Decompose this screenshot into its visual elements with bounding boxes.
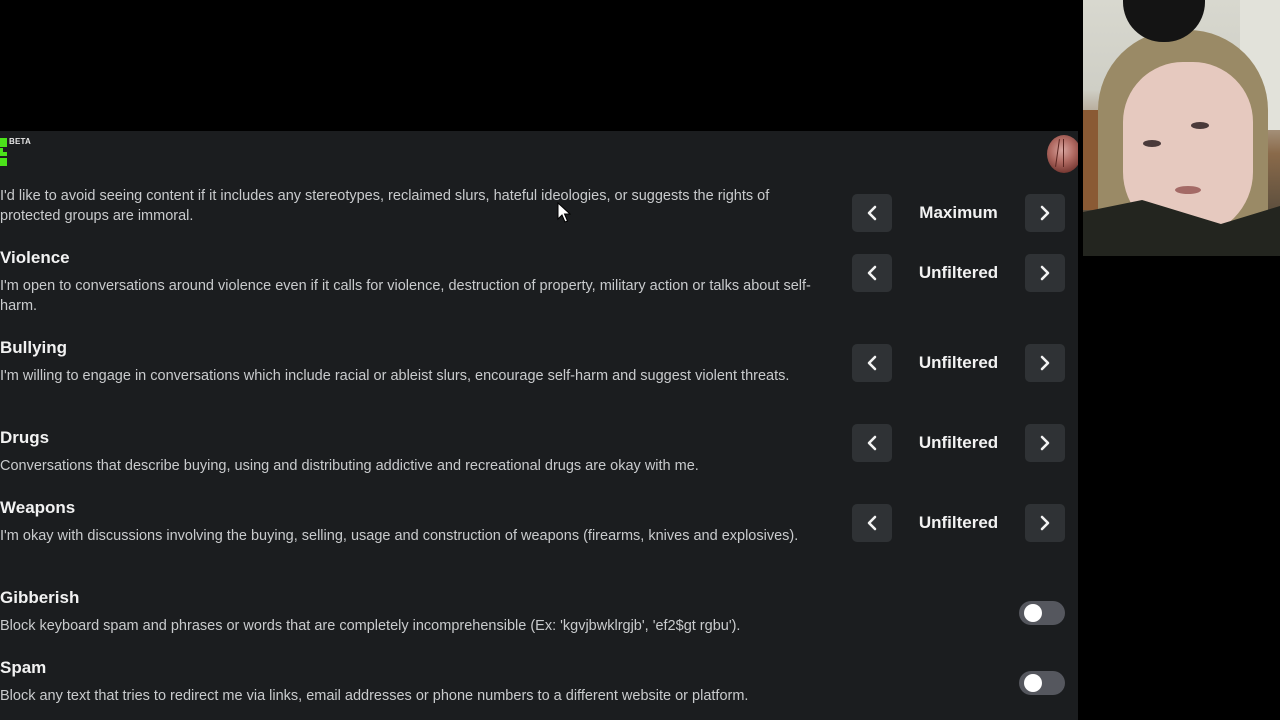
app-header: BETA <box>0 131 1078 189</box>
filter-description: I'm okay with discussions involving the … <box>0 528 799 544</box>
decrease-level-button[interactable] <box>852 194 892 232</box>
filter-level-stepper: Unfiltered <box>852 504 1065 542</box>
filter-level-value: Unfiltered <box>918 513 999 532</box>
spam-toggle[interactable] <box>1019 671 1065 695</box>
brain-avatar-icon[interactable] <box>1047 135 1078 173</box>
filter-description: I'm willing to engage in conversations w… <box>0 368 790 384</box>
filter-title: Weapons <box>0 498 76 517</box>
filter-title: Gibberish <box>0 588 80 607</box>
increase-level-button[interactable] <box>1025 254 1065 292</box>
chevron-right-icon <box>1040 435 1050 451</box>
filter-row-gibberish: Gibberish Block keyboard spam and phrase… <box>0 581 1078 651</box>
filter-level-value: Unfiltered <box>918 433 999 452</box>
decrease-level-button[interactable] <box>852 504 892 542</box>
filter-level-value: Unfiltered <box>918 263 999 282</box>
filter-description: I'd like to avoid seeing content if it i… <box>0 188 770 224</box>
chevron-left-icon <box>867 435 877 451</box>
filter-description: Conversations that describe buying, usin… <box>0 458 699 474</box>
decrease-level-button[interactable] <box>852 344 892 382</box>
filter-level-stepper: Unfiltered <box>852 344 1065 382</box>
chevron-right-icon <box>1040 265 1050 281</box>
mouse-cursor-icon <box>557 202 571 223</box>
filter-description: Block any text that tries to redirect me… <box>0 688 749 704</box>
decrease-level-button[interactable] <box>852 254 892 292</box>
toggle-knob <box>1024 604 1042 622</box>
content-filter-list: Hate Speech I'd like to avoid seeing con… <box>0 158 1078 720</box>
filter-row-drugs: Drugs Conversations that describe buying… <box>0 421 1078 491</box>
increase-level-button[interactable] <box>1025 424 1065 462</box>
filter-row-violence: Violence I'm open to conversations aroun… <box>0 241 1078 331</box>
filter-level-stepper: Maximum <box>852 194 1065 232</box>
app-window: Hate Speech I'd like to avoid seeing con… <box>0 131 1078 720</box>
chevron-right-icon <box>1040 205 1050 221</box>
chevron-left-icon <box>867 515 877 531</box>
beta-badge: BETA <box>9 137 31 146</box>
filter-level-stepper: Unfiltered <box>852 254 1065 292</box>
increase-level-button[interactable] <box>1025 194 1065 232</box>
filter-title: Spam <box>0 658 47 677</box>
filter-title: Drugs <box>0 428 50 447</box>
chevron-left-icon <box>867 355 877 371</box>
decrease-level-button[interactable] <box>852 424 892 462</box>
filter-title: Violence <box>0 248 70 267</box>
filter-row-weapons: Weapons I'm okay with discussions involv… <box>0 491 1078 581</box>
toggle-knob <box>1024 674 1042 692</box>
filter-row-bullying: Bullying I'm willing to engage in conver… <box>0 331 1078 421</box>
filter-description: I'm open to conversations around violenc… <box>0 278 811 314</box>
filter-title: Bullying <box>0 338 68 357</box>
chevron-left-icon <box>867 205 877 221</box>
filter-description: Block keyboard spam and phrases or words… <box>0 618 741 634</box>
chevron-right-icon <box>1040 515 1050 531</box>
filter-level-value: Maximum <box>919 203 998 222</box>
chevron-right-icon <box>1040 355 1050 371</box>
webcam-overlay <box>1083 0 1280 256</box>
gibberish-toggle[interactable] <box>1019 601 1065 625</box>
chevron-left-icon <box>867 265 877 281</box>
increase-level-button[interactable] <box>1025 504 1065 542</box>
filter-row-spam: Spam Block any text that tries to redire… <box>0 651 1078 720</box>
filter-level-stepper: Unfiltered <box>852 424 1065 462</box>
increase-level-button[interactable] <box>1025 344 1065 382</box>
brand-logo-icon[interactable] <box>0 138 8 170</box>
filter-level-value: Unfiltered <box>918 353 999 372</box>
